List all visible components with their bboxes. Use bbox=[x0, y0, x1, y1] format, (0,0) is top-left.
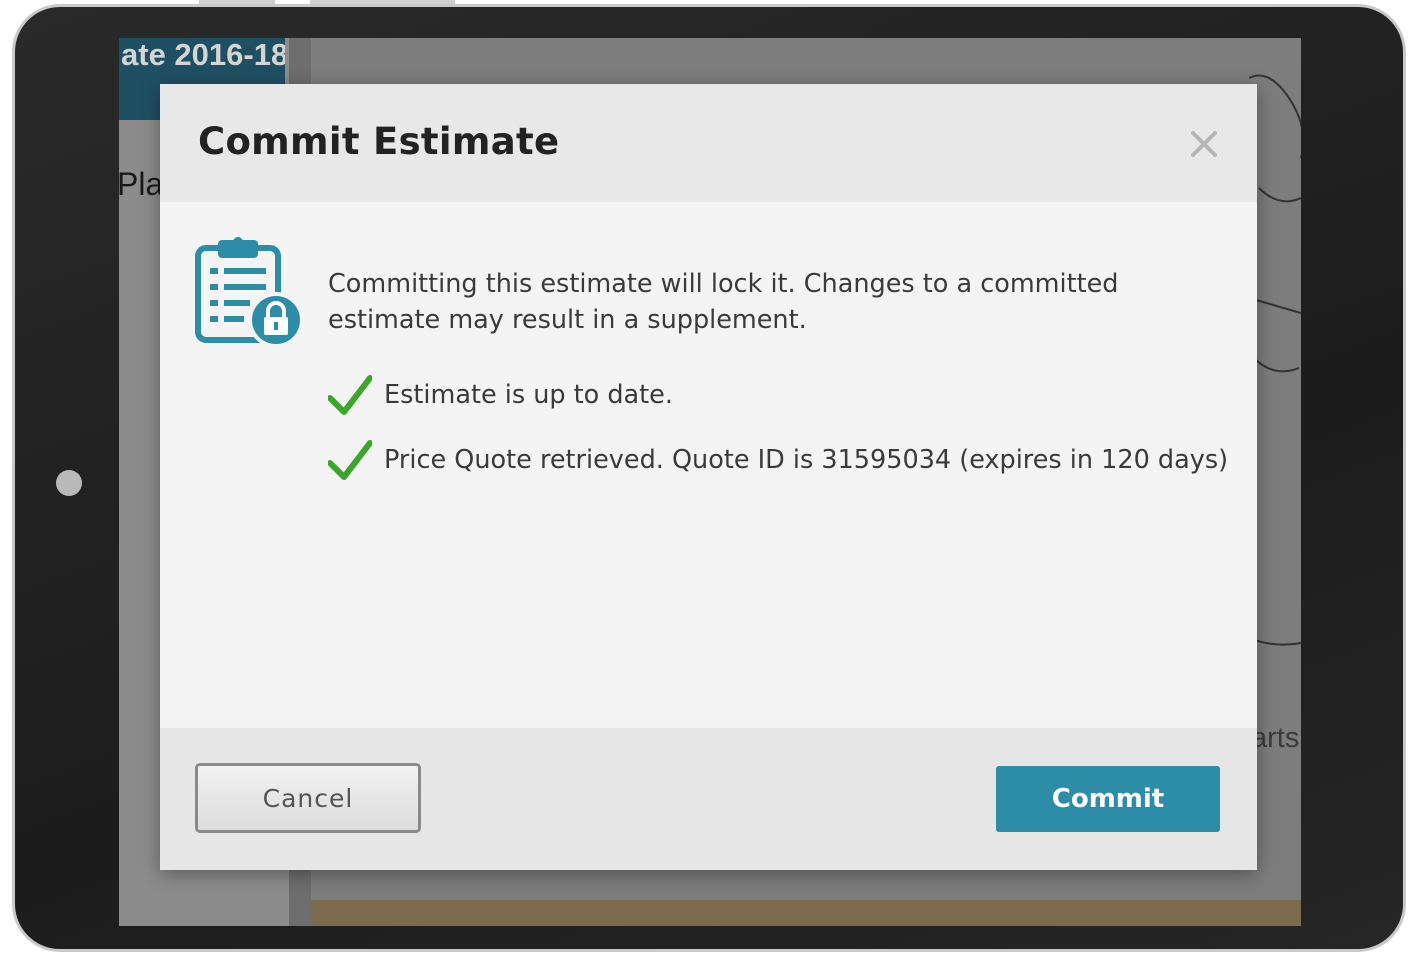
background-bar bbox=[311, 900, 1301, 926]
status-check-text: Price Quote retrieved. Quote ID is 31595… bbox=[384, 445, 1229, 475]
home-button[interactable] bbox=[56, 470, 82, 496]
tablet-top-button bbox=[310, 0, 455, 4]
dialog-title: Commit Estimate bbox=[198, 120, 560, 163]
dialog-header: Commit Estimate bbox=[160, 84, 1257, 202]
close-button[interactable] bbox=[1182, 122, 1226, 166]
dialog-footer: Cancel Commit bbox=[160, 728, 1257, 870]
clipboard-lock-icon bbox=[195, 237, 304, 348]
commit-button[interactable]: Commit bbox=[996, 766, 1220, 832]
checkmark-icon bbox=[328, 440, 372, 480]
background-label: arts bbox=[1251, 722, 1300, 754]
checkmark-icon bbox=[328, 375, 372, 415]
close-icon bbox=[1191, 131, 1217, 157]
dialog-body: Committing this estimate will lock it. C… bbox=[160, 202, 1257, 728]
status-check-text: Estimate is up to date. bbox=[384, 380, 673, 410]
commit-warning-message: Committing this estimate will lock it. C… bbox=[328, 269, 1119, 335]
commit-estimate-dialog: Commit Estimate Committing this estimate bbox=[160, 84, 1257, 870]
tablet-top-button bbox=[199, 0, 275, 4]
cancel-button[interactable]: Cancel bbox=[195, 763, 421, 833]
